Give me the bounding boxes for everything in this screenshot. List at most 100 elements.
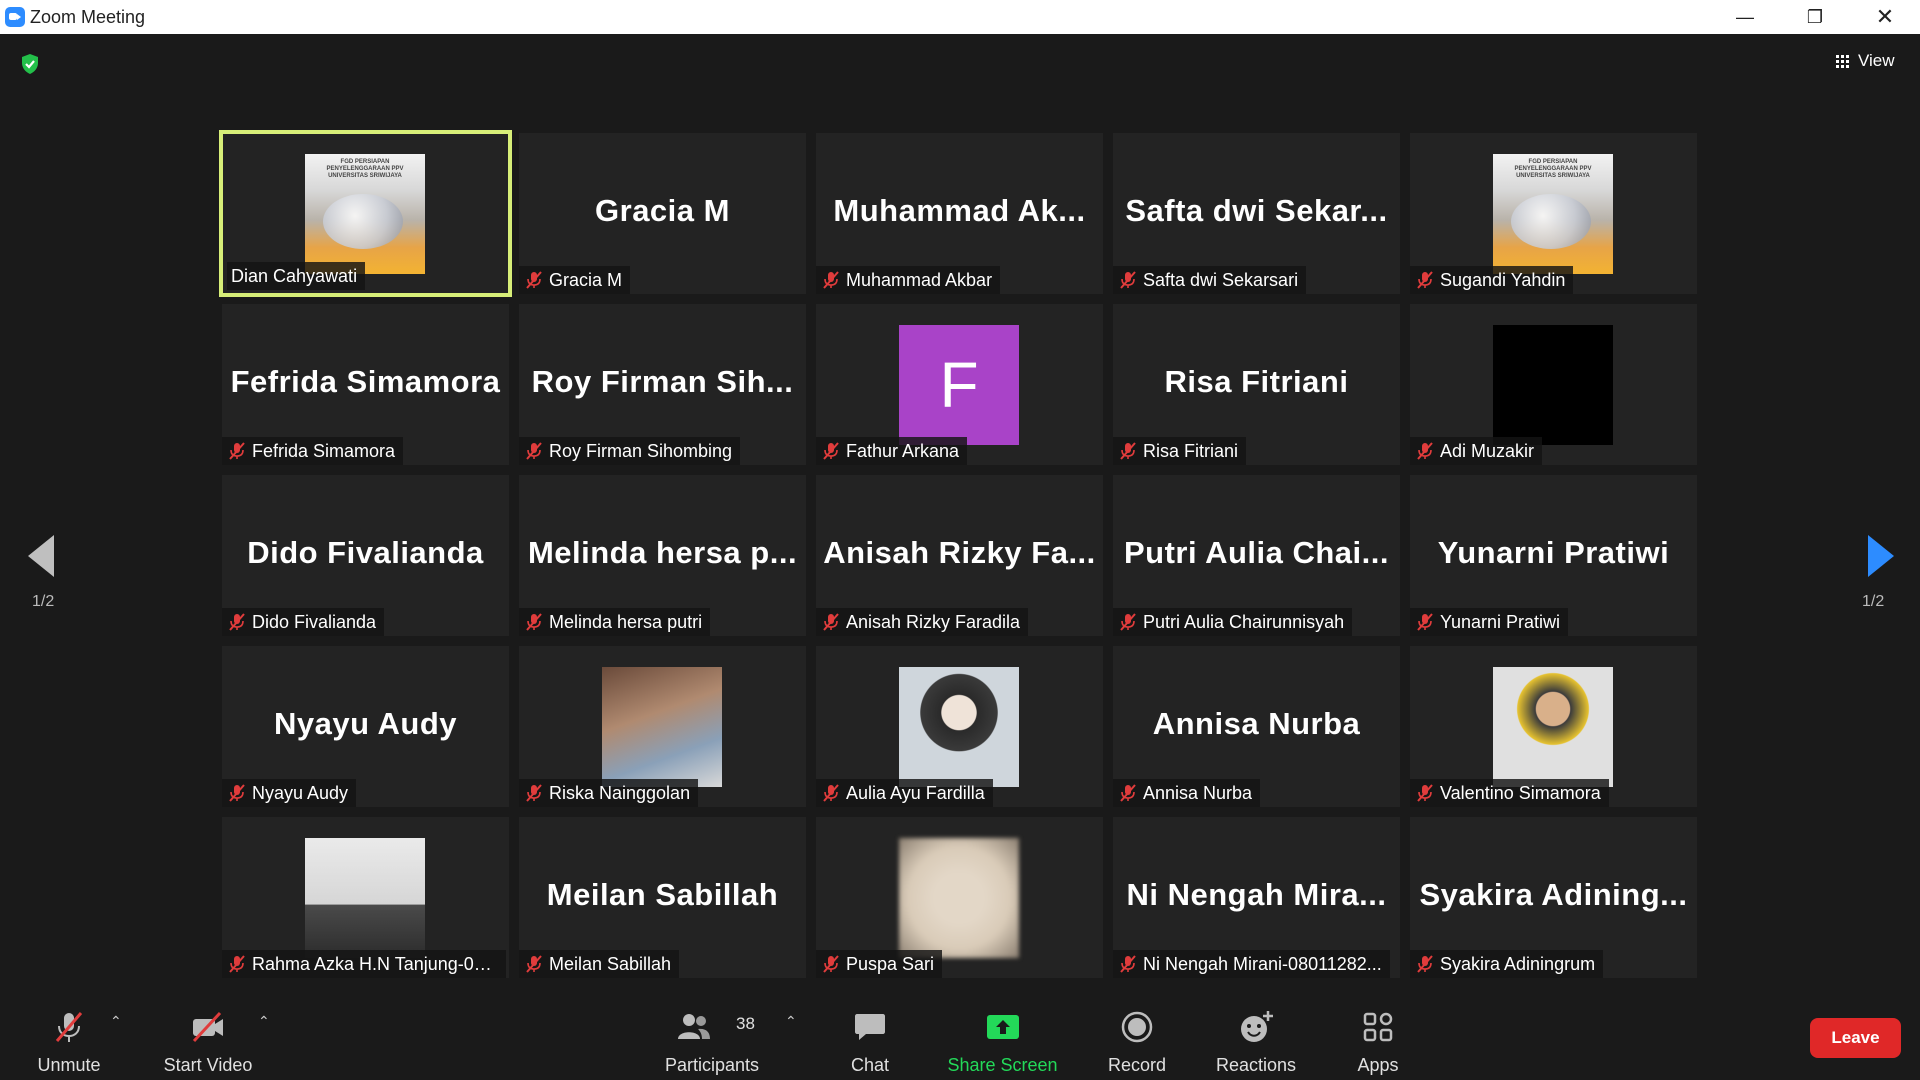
next-page-arrow-icon[interactable] [1868, 535, 1894, 577]
participant-display-name: Melinda hersa p... [527, 535, 798, 570]
muted-microphone-icon [525, 611, 543, 631]
participant-name-label: Aulia Ayu Fardilla [816, 779, 993, 807]
participant-tile[interactable]: Puspa Sari [816, 817, 1103, 978]
participant-tile[interactable]: F Fathur Arkana [816, 304, 1103, 465]
unmute-button[interactable]: Unmute [22, 985, 116, 1080]
participant-name-label: Melinda hersa putri [519, 608, 711, 636]
record-button[interactable]: Record [1096, 985, 1178, 1080]
participant-display-name: Yunarni Pratiwi [1437, 535, 1670, 570]
participant-tile[interactable]: Roy Firman Sih... Roy Firman Sihombing [519, 304, 806, 465]
participant-name-label: Rahma Azka H.N Tanjung-08... [222, 950, 506, 978]
participant-name-label: Puspa Sari [816, 950, 943, 978]
muted-microphone-icon [1416, 953, 1434, 973]
participant-tile[interactable]: Annisa Nurba Annisa Nurba [1113, 646, 1400, 807]
participant-tile[interactable]: Ni Nengah Mira... Ni Nengah Mirani-080112… [1113, 817, 1400, 978]
participant-tile[interactable]: Melinda hersa p... Melinda hersa putri [519, 475, 806, 636]
zoom-app-icon [5, 7, 25, 27]
participant-display-name: Roy Firman Sih... [531, 364, 794, 399]
participant-tile[interactable]: Riska Nainggolan [519, 646, 806, 807]
participant-name: Anisah Rizky Faradila [846, 612, 1021, 632]
participant-name: Dido Fivalianda [252, 612, 377, 632]
audio-options-chevron-up-icon[interactable]: ⌃ [110, 1013, 122, 1030]
title-bar: Zoom Meeting — ❐ ✕ [0, 0, 1920, 34]
participant-name-label: Putri Aulia Chairunnisyah [1113, 608, 1353, 636]
page-indicator-left: 1/2 [32, 593, 55, 610]
participant-tile[interactable]: Syakira Adining... Syakira Adiningrum [1410, 817, 1697, 978]
apps-button[interactable]: Apps [1336, 985, 1420, 1080]
participant-display-name: Risa Fitriani [1164, 364, 1349, 399]
participant-name-label: Riska Nainggolan [519, 779, 699, 807]
meeting-toolbar: Unmute ⌃ Start Video ⌃ Participants ⌃ Ch… [0, 985, 1920, 1080]
muted-microphone-icon [1119, 953, 1137, 973]
participant-name-label: Adi Muzakir [1410, 437, 1543, 465]
security-shield-icon[interactable] [18, 52, 42, 76]
participant-name-label: Gracia M [519, 266, 631, 294]
participant-name: Yunarni Pratiwi [1440, 612, 1561, 632]
participant-tile[interactable]: Muhammad Ak... Muhammad Akbar [816, 133, 1103, 294]
apps-label: Apps [1357, 1055, 1399, 1075]
participants-options-chevron-up-icon[interactable]: ⌃ [785, 1013, 797, 1030]
slide-globe-graphic [323, 194, 403, 249]
participant-name-label: Dido Fivalianda [222, 608, 385, 636]
participant-tile[interactable]: Gracia M Gracia M [519, 133, 806, 294]
restore-button[interactable]: ❐ [1780, 0, 1850, 34]
grid-icon [1836, 55, 1849, 68]
participant-video-feed [899, 667, 1019, 787]
reactions-label: Reactions [1215, 1055, 1297, 1075]
minimize-button[interactable]: — [1710, 0, 1780, 34]
participant-tile[interactable]: Meilan Sabillah Meilan Sabillah [519, 817, 806, 978]
video-options-chevron-up-icon[interactable]: ⌃ [258, 1013, 270, 1030]
muted-microphone-icon [1416, 440, 1434, 460]
participant-tile[interactable]: Dido Fivalianda Dido Fivalianda [222, 475, 509, 636]
participant-name: Fathur Arkana [846, 441, 960, 461]
participant-display-name: Muhammad Ak... [833, 193, 1086, 228]
apps-icon [1363, 1012, 1393, 1042]
participant-name: Nyayu Audy [252, 783, 349, 803]
participant-name: Ni Nengah Mirani-08011282... [1143, 954, 1382, 974]
participant-name-label: Safta dwi Sekarsari [1113, 266, 1307, 294]
participant-tile[interactable]: Risa Fitriani Risa Fitriani [1113, 304, 1400, 465]
participant-tile[interactable]: Yunarni Pratiwi Yunarni Pratiwi [1410, 475, 1697, 636]
participant-name: Meilan Sabillah [549, 954, 672, 974]
participant-tile[interactable]: Safta dwi Sekar... Safta dwi Sekarsari [1113, 133, 1400, 294]
participant-name-label: Meilan Sabillah [519, 950, 680, 978]
close-button[interactable]: ✕ [1850, 0, 1920, 34]
participant-name-label: Yunarni Pratiwi [1410, 608, 1569, 636]
video-off-icon [192, 1011, 223, 1043]
participant-tile[interactable]: Putri Aulia Chai... Putri Aulia Chairunni… [1113, 475, 1400, 636]
participant-tile[interactable]: FGD PERSIAPAN PENYELENGGARAAN PPV UNIVER… [1410, 133, 1697, 294]
leave-button[interactable]: Leave [1810, 1018, 1901, 1058]
muted-microphone-icon [525, 953, 543, 973]
participant-name-label: Ni Nengah Mirani-08011282... [1113, 950, 1390, 978]
chat-button[interactable]: Chat [830, 985, 910, 1080]
reactions-button[interactable]: Reactions [1206, 985, 1306, 1080]
participant-display-name: Anisah Rizky Fa... [823, 535, 1096, 570]
participant-display-name: Annisa Nurba [1152, 706, 1361, 741]
participant-name: Adi Muzakir [1440, 441, 1535, 461]
muted-microphone-icon [1119, 782, 1137, 802]
participant-tile[interactable]: Rahma Azka H.N Tanjung-08... [222, 817, 509, 978]
muted-microphone-icon [822, 953, 840, 973]
unmute-label: Unmute [37, 1055, 101, 1075]
participant-tile[interactable]: Aulia Ayu Fardilla [816, 646, 1103, 807]
participant-tile[interactable]: Fefrida Simamora Fefrida Simamora [222, 304, 509, 465]
participant-display-name: Putri Aulia Chai... [1124, 535, 1389, 570]
participant-tile[interactable]: Valentino Simamora [1410, 646, 1697, 807]
participant-tile[interactable]: Adi Muzakir [1410, 304, 1697, 465]
start-video-button[interactable]: Start Video [150, 985, 266, 1080]
participant-name: Safta dwi Sekarsari [1143, 270, 1299, 290]
share-screen-button[interactable]: Share Screen [940, 985, 1065, 1080]
participant-name: Roy Firman Sihombing [549, 441, 733, 461]
participant-display-name: Meilan Sabillah [546, 877, 779, 912]
muted-microphone-icon [228, 953, 246, 973]
participant-name: Muhammad Akbar [846, 270, 993, 290]
view-button[interactable]: View [1822, 46, 1904, 76]
participant-name: Syakira Adiningrum [1440, 954, 1596, 974]
video-feed-black [1493, 325, 1613, 445]
participant-name-label: Valentino Simamora [1410, 779, 1609, 807]
previous-page-arrow-icon[interactable] [28, 535, 54, 577]
participant-tile[interactable]: FGD PERSIAPAN PENYELENGGARAAN PPV UNIVER… [219, 130, 512, 297]
participant-tile[interactable]: Nyayu Audy Nyayu Audy [222, 646, 509, 807]
slide-title-text: FGD PERSIAPAN PENYELENGGARAAN PPV UNIVER… [326, 159, 404, 179]
participant-tile[interactable]: Anisah Rizky Fa... Anisah Rizky Faradila [816, 475, 1103, 636]
